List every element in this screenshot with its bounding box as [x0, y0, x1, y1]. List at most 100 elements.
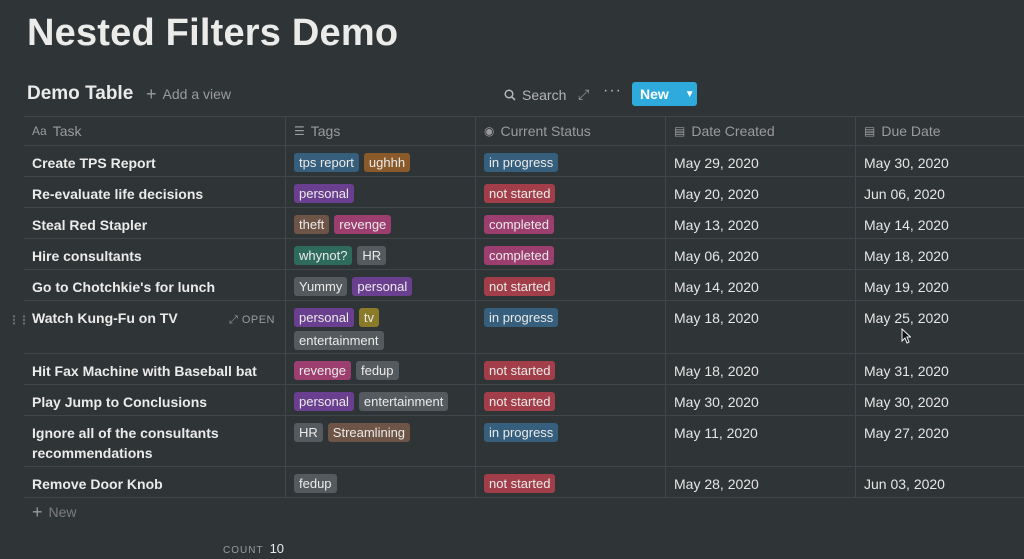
plus-icon: + — [32, 502, 43, 522]
table-row[interactable]: Ignore all of the consultants recommenda… — [24, 416, 1024, 467]
column-header-due-date[interactable]: ▤ Due Date — [856, 117, 1024, 145]
status-cell[interactable]: in progress — [476, 301, 666, 353]
table-row[interactable]: Go to Chotchkie's for lunch Yummy personal… — [24, 270, 1024, 301]
due-date-cell[interactable]: May 30, 2020 — [856, 385, 1024, 415]
due-date-cell[interactable]: May 19, 2020 — [856, 270, 1024, 300]
table-row[interactable]: Steal Red Stapler theft revenge completed Ma… — [24, 208, 1024, 239]
date-created-cell[interactable]: May 20, 2020 — [666, 177, 856, 207]
task-cell[interactable]: Ignore all of the consultants recommenda… — [24, 416, 286, 466]
due-date-cell[interactable]: May 27, 2020 — [856, 416, 1024, 466]
table-row[interactable]: Watch Kung-Fu on TV ⤢ OPEN ⋮⋮ personal tv ent… — [8, 301, 1024, 354]
tag-list: personal — [294, 184, 354, 203]
table-row[interactable]: Play Jump to Conclusions personal entertai… — [24, 385, 1024, 416]
task-title[interactable]: Create TPS Report — [32, 153, 156, 173]
table-row[interactable]: Re-evaluate life decisions personal not st… — [24, 177, 1024, 208]
date-created-cell[interactable]: May 14, 2020 — [666, 270, 856, 300]
date-created-cell[interactable]: May 06, 2020 — [666, 239, 856, 269]
drag-handle-icon[interactable]: ⋮⋮ — [8, 310, 30, 330]
date-created-cell[interactable]: May 29, 2020 — [666, 146, 856, 176]
tag-pill: Streamlining — [327, 423, 411, 442]
column-header-task[interactable]: Aa Task — [24, 117, 286, 145]
due-date-cell[interactable]: May 25, 2020 — [856, 301, 1024, 353]
due-date-cell[interactable]: Jun 03, 2020 — [856, 467, 1024, 497]
task-title[interactable]: Remove Door Knob — [32, 474, 163, 494]
status-cell[interactable]: completed — [476, 208, 666, 238]
page-title: Nested Filters Demo — [27, 12, 399, 54]
task-title[interactable]: Re-evaluate life decisions — [32, 184, 203, 204]
tag-pill: personal — [294, 184, 354, 203]
task-cell[interactable]: Play Jump to Conclusions — [24, 385, 286, 415]
date-created-cell[interactable]: May 30, 2020 — [666, 385, 856, 415]
calendar-icon: ▤ — [864, 124, 876, 138]
task-cell[interactable]: Remove Door Knob — [24, 467, 286, 497]
task-title[interactable]: Hire consultants — [32, 246, 142, 266]
status-cell[interactable]: not started — [476, 354, 666, 384]
database-title[interactable]: Demo Table — [27, 83, 133, 105]
tags-cell[interactable]: personal entertainment — [286, 385, 476, 415]
table-row[interactable]: Remove Door Knob fedup not started May 28, … — [24, 467, 1024, 498]
tag-list: fedup — [294, 474, 337, 493]
tags-cell[interactable]: Yummy personal — [286, 270, 476, 300]
date-created-cell[interactable]: May 28, 2020 — [666, 467, 856, 497]
column-label: Tags — [310, 123, 341, 139]
tags-cell[interactable]: revenge fedup — [286, 354, 476, 384]
status-cell[interactable]: in progress — [476, 416, 666, 466]
task-title[interactable]: Hit Fax Machine with Baseball bat — [32, 361, 257, 381]
expand-icon[interactable]: ⤢ — [578, 86, 589, 103]
task-cell[interactable]: Steal Red Stapler — [24, 208, 286, 238]
table-body: Create TPS Report tps report ughhh in progr… — [8, 146, 1024, 498]
tags-cell[interactable]: tps report ughhh — [286, 146, 476, 176]
task-title[interactable]: Play Jump to Conclusions — [32, 392, 207, 412]
status-cell[interactable]: completed — [476, 239, 666, 269]
task-cell[interactable]: Re-evaluate life decisions — [24, 177, 286, 207]
tag-pill: HR — [294, 423, 323, 442]
tags-cell[interactable]: fedup — [286, 467, 476, 497]
due-date-cell[interactable]: May 31, 2020 — [856, 354, 1024, 384]
task-cell[interactable]: Watch Kung-Fu on TV ⤢ OPEN ⋮⋮ — [8, 301, 286, 353]
tags-cell[interactable]: personal — [286, 177, 476, 207]
tag-list: Yummy personal — [294, 277, 413, 296]
count-summary[interactable]: COUNT 10 — [223, 541, 284, 556]
search-button[interactable]: Search — [504, 87, 566, 103]
table-row[interactable]: Hire consultants whynot? HR completed May 06… — [24, 239, 1024, 270]
task-cell[interactable]: Create TPS Report — [24, 146, 286, 176]
due-date-cell[interactable]: May 30, 2020 — [856, 146, 1024, 176]
calendar-icon: ▤ — [674, 124, 686, 138]
task-title[interactable]: Go to Chotchkie's for lunch — [32, 277, 215, 297]
new-button[interactable]: New ▼ — [632, 82, 697, 106]
add-view-button[interactable]: + Add a view — [146, 85, 231, 103]
tags-cell[interactable]: HR Streamlining — [286, 416, 476, 466]
task-cell[interactable]: Go to Chotchkie's for lunch — [24, 270, 286, 300]
task-cell[interactable]: Hit Fax Machine with Baseball bat — [24, 354, 286, 384]
chevron-down-icon[interactable]: ▼ — [679, 89, 701, 100]
status-cell[interactable]: not started — [476, 467, 666, 497]
status-cell[interactable]: not started — [476, 177, 666, 207]
task-cell[interactable]: Hire consultants — [24, 239, 286, 269]
due-date-cell[interactable]: May 18, 2020 — [856, 239, 1024, 269]
tags-cell[interactable]: personal tv entertainment — [286, 301, 476, 353]
column-header-tags[interactable]: ☰ Tags — [286, 117, 476, 145]
mouse-cursor-icon — [901, 328, 911, 344]
status-cell[interactable]: not started — [476, 385, 666, 415]
due-date-cell[interactable]: May 14, 2020 — [856, 208, 1024, 238]
column-label: Due Date — [881, 123, 941, 139]
status-cell[interactable]: in progress — [476, 146, 666, 176]
tags-cell[interactable]: whynot? HR — [286, 239, 476, 269]
due-date-cell[interactable]: Jun 06, 2020 — [856, 177, 1024, 207]
open-row-button[interactable]: ⤢ OPEN — [229, 310, 275, 330]
column-header-status[interactable]: ◉ Current Status — [476, 117, 666, 145]
table-row[interactable]: Create TPS Report tps report ughhh in progr… — [24, 146, 1024, 177]
table-row[interactable]: Hit Fax Machine with Baseball bat revenge… — [24, 354, 1024, 385]
task-title[interactable]: Watch Kung-Fu on TV — [32, 308, 178, 328]
task-title[interactable]: Ignore all of the consultants recommenda… — [32, 423, 277, 463]
task-title[interactable]: Steal Red Stapler — [32, 215, 147, 235]
column-header-date-created[interactable]: ▤ Date Created — [666, 117, 856, 145]
date-created-cell[interactable]: May 11, 2020 — [666, 416, 856, 466]
date-created-cell[interactable]: May 18, 2020 — [666, 301, 856, 353]
new-row-button[interactable]: + New — [24, 498, 1024, 526]
date-created-cell[interactable]: May 18, 2020 — [666, 354, 856, 384]
date-created-cell[interactable]: May 13, 2020 — [666, 208, 856, 238]
more-options-icon[interactable]: ··· — [603, 82, 622, 100]
tags-cell[interactable]: theft revenge — [286, 208, 476, 238]
status-cell[interactable]: not started — [476, 270, 666, 300]
